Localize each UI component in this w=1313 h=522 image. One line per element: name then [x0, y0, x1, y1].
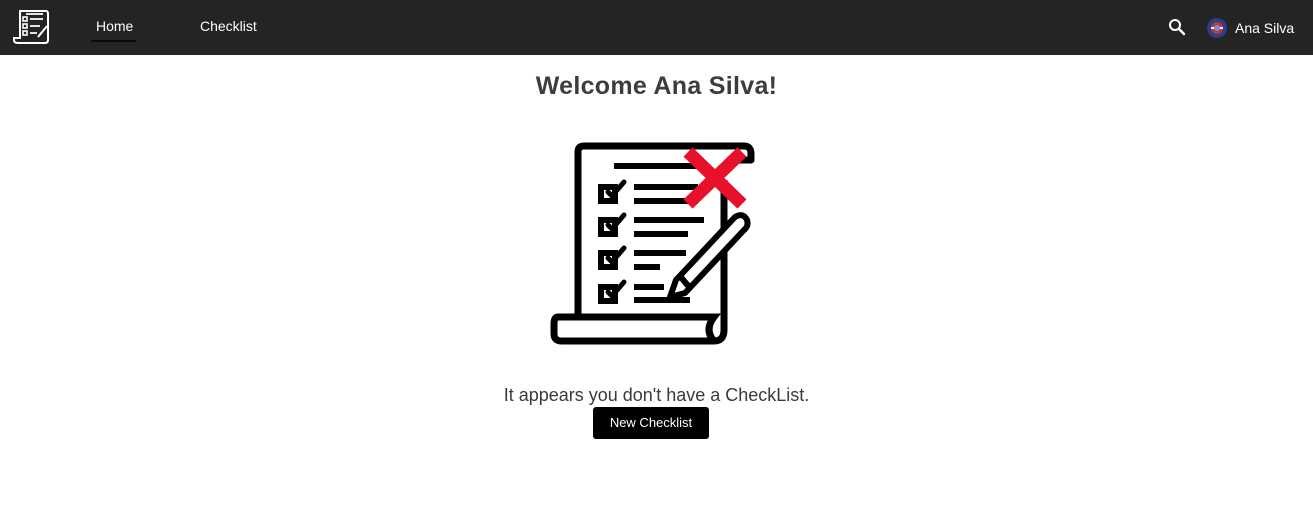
user-avatar[interactable]: [1207, 18, 1227, 38]
empty-checklist-icon: [550, 142, 755, 345]
search-icon[interactable]: [1168, 18, 1186, 36]
nav-home-link[interactable]: Home: [96, 18, 133, 34]
user-name-label[interactable]: Ana Silva: [1235, 20, 1294, 36]
checklist-logo-icon[interactable]: [10, 6, 52, 48]
nav-checklist-link[interactable]: Checklist: [200, 18, 257, 34]
top-navbar: Home Checklist Ana Silva: [0, 0, 1313, 55]
active-tab-indicator: [91, 40, 136, 42]
new-checklist-button[interactable]: New Checklist: [593, 407, 709, 439]
welcome-heading: Welcome Ana Silva!: [535, 72, 778, 100]
empty-state-message: It appears you don't have a CheckList.: [503, 385, 810, 405]
